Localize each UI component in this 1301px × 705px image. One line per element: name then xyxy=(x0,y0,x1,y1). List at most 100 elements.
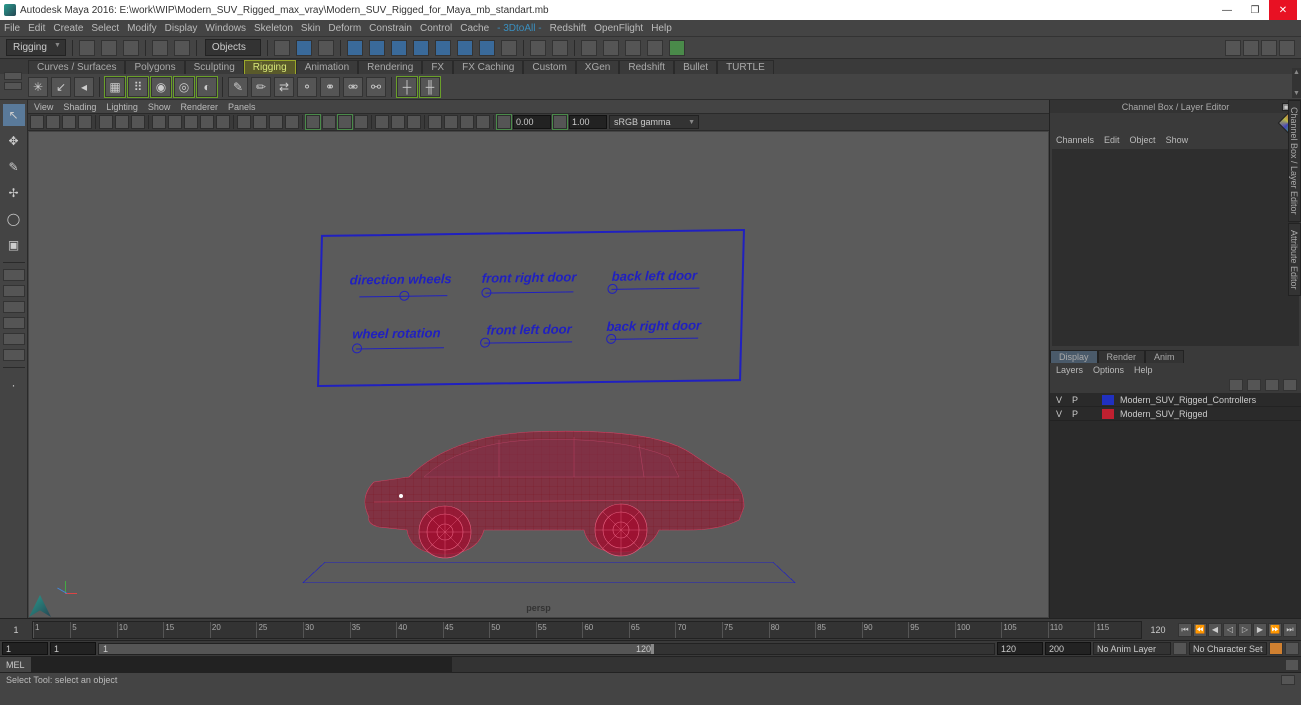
snap-point-icon[interactable] xyxy=(391,40,407,56)
anim-layer-settings-icon[interactable] xyxy=(1173,642,1187,655)
layer-row[interactable]: V P Modern_SUV_Rigged_Controllers xyxy=(1050,393,1301,407)
layer-tab-render[interactable]: Render xyxy=(1098,350,1146,363)
shelf-joint-icon[interactable]: ✳ xyxy=(28,77,48,97)
le-menu-help[interactable]: Help xyxy=(1134,365,1153,375)
menu-create[interactable]: Create xyxy=(53,23,83,34)
sel-by-hierarchy-icon[interactable] xyxy=(274,40,290,56)
vp-2d-pan-icon[interactable] xyxy=(99,115,113,129)
shelf-tab-redshift[interactable]: Redshift xyxy=(619,60,674,74)
menu-edit[interactable]: Edit xyxy=(28,23,45,34)
menu-3dtoall[interactable]: - 3DtoAll - xyxy=(497,23,541,34)
playback-icon[interactable] xyxy=(552,40,568,56)
toggle-attribute-editor-icon[interactable] xyxy=(1279,40,1295,56)
shelf-mirror-weights-icon[interactable]: ⇄ xyxy=(274,77,294,97)
ipr-render-icon[interactable] xyxy=(603,40,619,56)
layer-new-empty-icon[interactable] xyxy=(1265,379,1279,391)
shelf-tab-custom[interactable]: Custom xyxy=(523,60,575,74)
vp-bookmark-icon[interactable] xyxy=(62,115,76,129)
shelf-tab-fx[interactable]: FX xyxy=(422,60,453,74)
render-settings-icon[interactable] xyxy=(625,40,641,56)
shelf-wire-icon[interactable]: ◎ xyxy=(174,77,194,97)
shelf-tab-turtle[interactable]: TURTLE xyxy=(717,60,774,74)
vp-image-plane-icon[interactable] xyxy=(78,115,92,129)
menu-openflight[interactable]: OpenFlight xyxy=(594,23,643,34)
cb-menu-object[interactable]: Object xyxy=(1130,135,1156,145)
shelf-constraint1-icon[interactable]: ⚬ xyxy=(297,77,317,97)
vp-menu-shading[interactable]: Shading xyxy=(63,102,96,112)
layer-color-swatch[interactable] xyxy=(1102,395,1114,405)
timeline-ruler[interactable]: 1510152025303540455055606570758085909510… xyxy=(32,621,1142,639)
layout-single-icon[interactable] xyxy=(3,269,25,281)
vp-menu-view[interactable]: View xyxy=(34,102,53,112)
cb-menu-edit[interactable]: Edit xyxy=(1104,135,1120,145)
lock-selection-icon[interactable] xyxy=(501,40,517,56)
history-icon[interactable] xyxy=(530,40,546,56)
snap-plane-icon[interactable] xyxy=(413,40,429,56)
maximize-button[interactable]: ❐ xyxy=(1241,0,1269,20)
menu-redshift[interactable]: Redshift xyxy=(550,23,587,34)
redo-icon[interactable] xyxy=(174,40,190,56)
save-scene-icon[interactable] xyxy=(123,40,139,56)
auto-key-icon[interactable] xyxy=(1269,642,1283,655)
move-tool-icon[interactable]: ✢ xyxy=(3,182,25,204)
vp-motion-blur-icon[interactable] xyxy=(444,115,458,129)
snap-grid-icon[interactable] xyxy=(347,40,363,56)
vp-grid-icon[interactable] xyxy=(131,115,145,129)
vp-grease-pencil-icon[interactable] xyxy=(115,115,129,129)
anim-layer-selector[interactable]: No Anim Layer xyxy=(1093,642,1171,655)
step-forward-key-icon[interactable]: ⏩ xyxy=(1268,623,1282,637)
perspective-viewport[interactable]: direction wheels front right door back l… xyxy=(29,132,1048,617)
shelf-constraint2-icon[interactable]: ⚭ xyxy=(320,77,340,97)
anim-end-input[interactable]: 200 xyxy=(1045,642,1091,655)
new-scene-icon[interactable] xyxy=(79,40,95,56)
shelf-collapse-icon[interactable] xyxy=(4,82,22,90)
vp-smooth-shade-icon[interactable] xyxy=(168,115,182,129)
layer-visibility-toggle[interactable]: V xyxy=(1054,395,1064,405)
menu-help[interactable]: Help xyxy=(651,23,672,34)
vp-ao-icon[interactable] xyxy=(428,115,442,129)
snap-curve-icon[interactable] xyxy=(369,40,385,56)
menu-cache[interactable]: Cache xyxy=(460,23,489,34)
ctrl-slider-direction-wheels[interactable] xyxy=(359,295,447,297)
shelf-bind-skin-icon[interactable]: ✎ xyxy=(228,77,248,97)
play-forward-icon[interactable]: ▷ xyxy=(1238,623,1252,637)
menu-file[interactable]: File xyxy=(4,23,20,34)
lasso-tool-icon[interactable]: ✥ xyxy=(3,130,25,152)
vp-lights-icon[interactable] xyxy=(200,115,214,129)
range-slider[interactable]: 1 120 xyxy=(98,643,995,655)
ctrl-slider-front-left-door[interactable] xyxy=(484,341,572,343)
ctrl-slider-back-left-door[interactable] xyxy=(611,288,699,290)
layout-hypershade-icon[interactable] xyxy=(3,333,25,345)
layout-custom-icon[interactable] xyxy=(3,349,25,361)
vp-shadows-icon[interactable] xyxy=(216,115,230,129)
go-to-end-icon[interactable]: ⏭ xyxy=(1283,623,1297,637)
vp-poly-count-icon[interactable] xyxy=(391,115,405,129)
layer-moveup-icon[interactable] xyxy=(1229,379,1243,391)
shelf-blend-icon[interactable]: ◐ xyxy=(197,77,217,97)
vp-textured-icon[interactable] xyxy=(184,115,198,129)
vp-field-chart-icon[interactable] xyxy=(338,115,352,129)
shelf-tab-bullet[interactable]: Bullet xyxy=(674,60,717,74)
vp-depth-of-field-icon[interactable] xyxy=(476,115,490,129)
shelf-scroll[interactable]: ▲▼ xyxy=(1292,68,1301,98)
vp-hud-icon[interactable] xyxy=(407,115,421,129)
shelf-wrap-icon[interactable]: ◉ xyxy=(151,77,171,97)
layer-name[interactable]: Modern_SUV_Rigged_Controllers xyxy=(1120,395,1256,405)
le-menu-options[interactable]: Options xyxy=(1093,365,1124,375)
shelf-ikspline-icon[interactable]: ◂ xyxy=(74,77,94,97)
vp-gate-mask-icon[interactable] xyxy=(322,115,336,129)
cb-menu-channels[interactable]: Channels xyxy=(1056,135,1094,145)
le-menu-layers[interactable]: Layers xyxy=(1056,365,1083,375)
help-line-button-icon[interactable] xyxy=(1281,675,1295,685)
undo-icon[interactable] xyxy=(152,40,168,56)
shelf-humanik-icon[interactable]: ╫ xyxy=(420,77,440,97)
layout-outliner-icon[interactable] xyxy=(3,301,25,313)
vp-exposure-input[interactable]: 0.00 xyxy=(513,115,551,129)
vp-multisample-icon[interactable] xyxy=(460,115,474,129)
layout-persp-outliner-icon[interactable] xyxy=(3,317,25,329)
shelf-tab-sculpting[interactable]: Sculpting xyxy=(185,60,244,74)
layout-four-icon[interactable] xyxy=(3,285,25,297)
script-editor-icon[interactable] xyxy=(1285,659,1299,671)
toggle-channel-box-icon[interactable] xyxy=(1225,40,1241,56)
toggle-layer-editor-icon[interactable] xyxy=(1243,40,1259,56)
